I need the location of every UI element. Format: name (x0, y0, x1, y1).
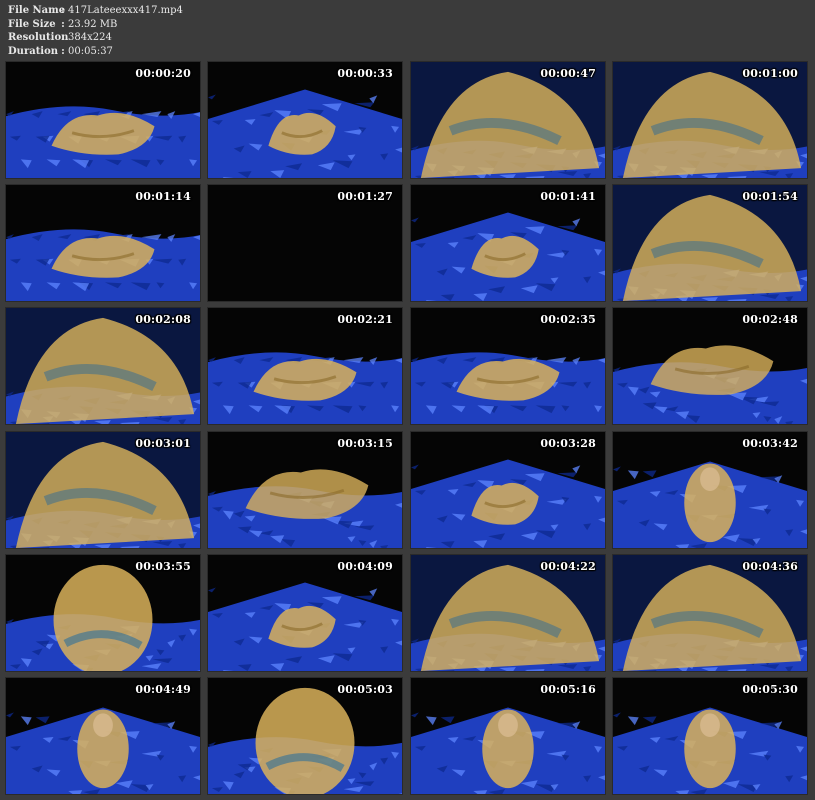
thumbnail-timestamp: 00:04:22 (540, 560, 596, 573)
duration-row: Duration : 00:05:37 (8, 45, 183, 59)
thumbnail-timestamp: 00:01:14 (135, 190, 191, 203)
thumbnail-timestamp: 00:02:21 (337, 313, 393, 326)
duration-label: Duration (8, 45, 59, 57)
file-size-value: 23.92 MB (68, 18, 118, 30)
thumbnail-timestamp: 00:04:49 (135, 683, 191, 696)
thumbnail-timestamp: 00:05:30 (742, 683, 798, 696)
thumbnail-timestamp: 00:03:28 (540, 437, 596, 450)
thumbnail[interactable]: 00:04:36 (612, 554, 808, 672)
thumbnail-timestamp: 00:04:09 (337, 560, 393, 573)
thumbnail-timestamp: 00:00:20 (135, 67, 191, 80)
thumbnail-timestamp: 00:03:55 (135, 560, 191, 573)
thumbnail[interactable]: 00:03:15 (207, 431, 403, 549)
thumbnail-timestamp: 00:05:03 (337, 683, 393, 696)
file-name-label: File Name (8, 5, 66, 16)
thumbnail[interactable]: 00:02:21 (207, 307, 403, 425)
separator: : (61, 5, 65, 16)
thumbnail-timestamp: 00:05:16 (540, 683, 596, 696)
thumbnail[interactable]: 00:03:28 (410, 431, 606, 549)
thumbnail-timestamp: 00:00:33 (337, 67, 393, 80)
thumbnail-timestamp: 00:01:27 (337, 190, 393, 203)
thumbnail[interactable]: 00:01:14 (5, 184, 201, 302)
file-name-value: 417Lateeexxx417.mp4 (68, 5, 183, 16)
thumbnail-grid: 00:00:20 00:00:33 00:00:47 00:01:00 00:01:14… (5, 61, 811, 796)
separator: : (61, 45, 65, 57)
file-size-label: File Size (8, 18, 56, 30)
thumbnail-timestamp: 00:04:36 (742, 560, 798, 573)
resolution-row: Resolution : 384x224 (8, 31, 183, 45)
thumbnail[interactable]: 00:01:54 (612, 184, 808, 302)
thumbnail[interactable]: 00:03:42 (612, 431, 808, 549)
separator: : (61, 18, 65, 30)
thumbnail-timestamp: 00:03:01 (135, 437, 191, 450)
thumbnail[interactable]: 00:02:48 (612, 307, 808, 425)
thumbnail-timestamp: 00:03:42 (742, 437, 798, 450)
resolution-value: 384x224 (68, 32, 112, 43)
contact-sheet: File Name : 417Lateeexxx417.mp4 File Siz… (0, 0, 815, 800)
thumbnail[interactable]: 00:02:08 (5, 307, 201, 425)
thumbnail[interactable]: 00:04:49 (5, 677, 201, 795)
thumbnail[interactable]: 00:01:27 (207, 184, 403, 302)
thumbnail-timestamp: 00:02:48 (742, 313, 798, 326)
separator: : (61, 32, 65, 43)
thumbnail-timestamp: 00:01:00 (742, 67, 798, 80)
thumbnail-timestamp: 00:00:47 (540, 67, 596, 80)
thumbnail[interactable]: 00:00:33 (207, 61, 403, 179)
thumbnail[interactable]: 00:04:22 (410, 554, 606, 672)
thumbnail[interactable]: 00:03:55 (5, 554, 201, 672)
thumbnail[interactable]: 00:03:01 (5, 431, 201, 549)
thumbnail[interactable]: 00:01:00 (612, 61, 808, 179)
duration-value: 00:05:37 (68, 45, 113, 57)
thumbnail-timestamp: 00:01:54 (742, 190, 798, 203)
file-info-panel: File Name : 417Lateeexxx417.mp4 File Siz… (8, 4, 183, 58)
thumbnail[interactable]: 00:00:47 (410, 61, 606, 179)
file-name-row: File Name : 417Lateeexxx417.mp4 (8, 4, 183, 18)
thumbnail[interactable]: 00:05:30 (612, 677, 808, 795)
resolution-label: Resolution (8, 32, 69, 43)
thumbnail[interactable]: 00:01:41 (410, 184, 606, 302)
thumbnail[interactable]: 00:05:16 (410, 677, 606, 795)
thumbnail-timestamp: 00:02:08 (135, 313, 191, 326)
file-size-row: File Size : 23.92 MB (8, 18, 183, 32)
thumbnail[interactable]: 00:02:35 (410, 307, 606, 425)
thumbnail[interactable]: 00:04:09 (207, 554, 403, 672)
thumbnail[interactable]: 00:05:03 (207, 677, 403, 795)
thumbnail-timestamp: 00:01:41 (540, 190, 596, 203)
thumbnail-timestamp: 00:02:35 (540, 313, 596, 326)
thumbnail-timestamp: 00:03:15 (337, 437, 393, 450)
thumbnail[interactable]: 00:00:20 (5, 61, 201, 179)
